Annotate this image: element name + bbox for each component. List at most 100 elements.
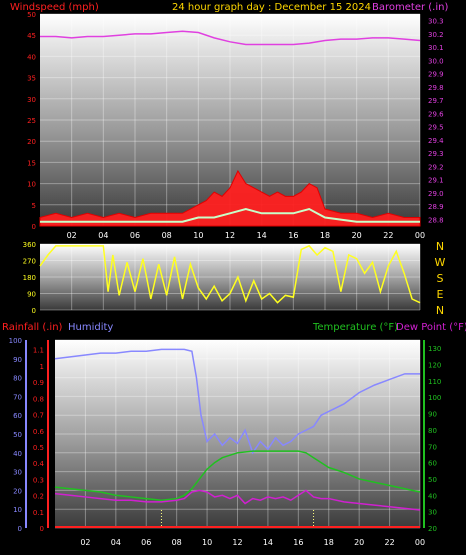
- hour-tick-label: 00: [415, 231, 425, 240]
- windspeed-tick-label: 5: [32, 202, 36, 210]
- hour-tick-label: 00: [415, 538, 425, 547]
- rainfall-tick-labels: 0 0.1 0.2 0.3 0.4 0.5 0.6 0.7 0.8 0.9 1 1.1: [33, 347, 45, 533]
- hour-tick-labels-bottom: 02 04 06 08 10 12 14 16 18 20 22 00: [80, 538, 425, 547]
- barometer-tick-label: 29.0: [428, 190, 444, 198]
- hour-tick-label: 10: [202, 538, 212, 547]
- windspeed-axis-title: Windspeed (mph): [10, 2, 99, 13]
- rainfall-tick-label: 0.2: [33, 493, 44, 501]
- hour-tick-label: 22: [383, 231, 393, 240]
- hour-tick-label: 06: [141, 538, 151, 547]
- windspeed-tick-label: 0: [32, 223, 36, 231]
- hour-tick-label: 22: [384, 538, 394, 547]
- humidity-tick-label: 10: [13, 506, 22, 514]
- windspeed-tick-label: 40: [27, 53, 36, 61]
- graph-title: 24 hour graph day : December 15 2024: [172, 2, 371, 13]
- barometer-tick-label: 30.3: [428, 18, 444, 26]
- temperature-tick-label: 40: [428, 492, 437, 500]
- windspeed-tick-label: 45: [27, 32, 36, 40]
- windspeed-tick-label: 30: [27, 96, 36, 104]
- temperature-tick-label: 60: [428, 460, 437, 468]
- temperature-tick-label: 70: [428, 443, 437, 451]
- direction-tick-labels: 0 90 180 270 360: [23, 241, 36, 315]
- temperature-tick-label: 110: [428, 378, 441, 386]
- hour-tick-label: 02: [80, 538, 90, 547]
- direction-tick-label: 180: [23, 274, 36, 282]
- temperature-tick-label: 120: [428, 362, 441, 370]
- humidity-tick-label: 20: [13, 487, 22, 495]
- windspeed-tick-label: 35: [27, 75, 36, 83]
- barometer-tick-label: 29.5: [428, 124, 444, 132]
- humidity-tick-label: 0: [18, 525, 22, 533]
- temperature-tick-label: 90: [428, 411, 437, 419]
- windspeed-tick-label: 10: [27, 181, 36, 189]
- rainfall-tick-label: 0.1: [33, 509, 44, 517]
- barometer-tick-label: 29.2: [428, 163, 444, 171]
- rainfall-tick-label: 1: [40, 363, 44, 371]
- humidity-tick-label: 90: [13, 356, 22, 364]
- hour-tick-label: 12: [225, 231, 235, 240]
- windspeed-tick-label: 25: [27, 117, 36, 125]
- temperature-tick-label: 30: [428, 509, 437, 517]
- hour-tick-label: 16: [288, 231, 298, 240]
- humidity-tick-label: 100: [9, 337, 22, 345]
- hour-tick-label: 08: [172, 538, 182, 547]
- compass-labels: NWSEN: [435, 240, 446, 317]
- barometer-tick-label: 29.1: [428, 177, 444, 185]
- rainfall-tick-label: 0.8: [33, 395, 44, 403]
- temperature-axis-title: Temperature (°F): [312, 322, 398, 333]
- wind-direction-chart: 090180270360 NWSEN: [23, 240, 446, 317]
- rainfall-tick-label: 0.7: [33, 412, 44, 420]
- rainfall-tick-label: 0.6: [33, 428, 45, 436]
- humidity-tick-label: 70: [13, 393, 22, 401]
- compass-label: N: [436, 304, 444, 317]
- compass-label: S: [437, 272, 444, 285]
- barometer-tick-label: 30.0: [428, 57, 444, 65]
- humidity-tick-label: 60: [13, 412, 22, 420]
- humidity-tick-label: 80: [13, 375, 22, 383]
- hour-tick-label: 12: [232, 538, 242, 547]
- humidity-axis-title: Humidity: [68, 322, 113, 333]
- temperature-tick-label: 50: [428, 476, 437, 484]
- humidity-tick-label: 30: [13, 469, 22, 477]
- hour-tick-label: 14: [257, 231, 267, 240]
- barometer-tick-label: 28.8: [428, 216, 444, 224]
- rainfall-tick-label: 0.9: [33, 379, 44, 387]
- compass-label: E: [437, 288, 444, 301]
- humidity-tick-label: 40: [13, 450, 22, 458]
- direction-tick-label: 90: [27, 291, 36, 299]
- barometer-tick-labels: 28.8 28.9 29.0 29.1 29.2 29.3 29.4 29.5 29.6 29.7…: [428, 18, 444, 225]
- barometer-tick-label: 29.4: [428, 137, 444, 145]
- compass-label: W: [435, 256, 446, 269]
- rainfall-tick-label: 0.5: [33, 444, 44, 452]
- temperature-tick-label: 80: [428, 427, 437, 435]
- hour-tick-label: 20: [352, 231, 362, 240]
- barometer-tick-label: 28.9: [428, 203, 444, 211]
- compass-label: N: [436, 240, 444, 253]
- hour-tick-label: 06: [130, 231, 140, 240]
- hour-tick-label: 18: [324, 538, 334, 547]
- humidity-tick-labels: 0 10 20 30 40 50 60 70 80 90 100: [9, 337, 22, 533]
- wind-barometer-chart: 0 5 10 15 20 25 30 35 40 45 50 28.8 28.9 29.0 29.1 29.…: [27, 11, 444, 240]
- barometer-tick-label: 29.3: [428, 150, 444, 158]
- rainfall-tick-label: 0: [40, 525, 44, 533]
- direction-tick-label: 0: [32, 307, 36, 315]
- rainfall-tick-label: 0.4: [33, 460, 45, 468]
- hour-tick-label: 08: [162, 231, 172, 240]
- hour-tick-label: 04: [98, 231, 108, 240]
- weather-graph: Windspeed (mph) 24 hour graph day : Dece…: [2, 2, 466, 547]
- temperature-tick-label: 20: [428, 525, 437, 533]
- barometer-tick-label: 29.6: [428, 110, 444, 118]
- barometer-axis-title: Barometer (.in): [372, 2, 448, 13]
- windspeed-tick-label: 50: [27, 11, 36, 19]
- rainfall-tick-label: 0.3: [33, 476, 44, 484]
- hour-tick-labels: 02 04 06 08 10 12 14 16 18 20 22 00: [67, 231, 426, 240]
- barometer-tick-label: 29.7: [428, 97, 444, 105]
- dewpoint-axis-title: Dew Point (°F): [396, 322, 466, 333]
- humidity-tick-label: 50: [13, 431, 22, 439]
- temperature-tick-labels: 20 30 40 50 60 70 80 90 100 110 120 130: [428, 345, 441, 533]
- rainfall-axis-title: Rainfall (.in): [2, 322, 63, 333]
- temperature-tick-label: 130: [428, 345, 441, 353]
- barometer-tick-label: 29.8: [428, 84, 444, 92]
- barometer-tick-label: 29.9: [428, 71, 444, 79]
- direction-tick-label: 270: [23, 258, 36, 266]
